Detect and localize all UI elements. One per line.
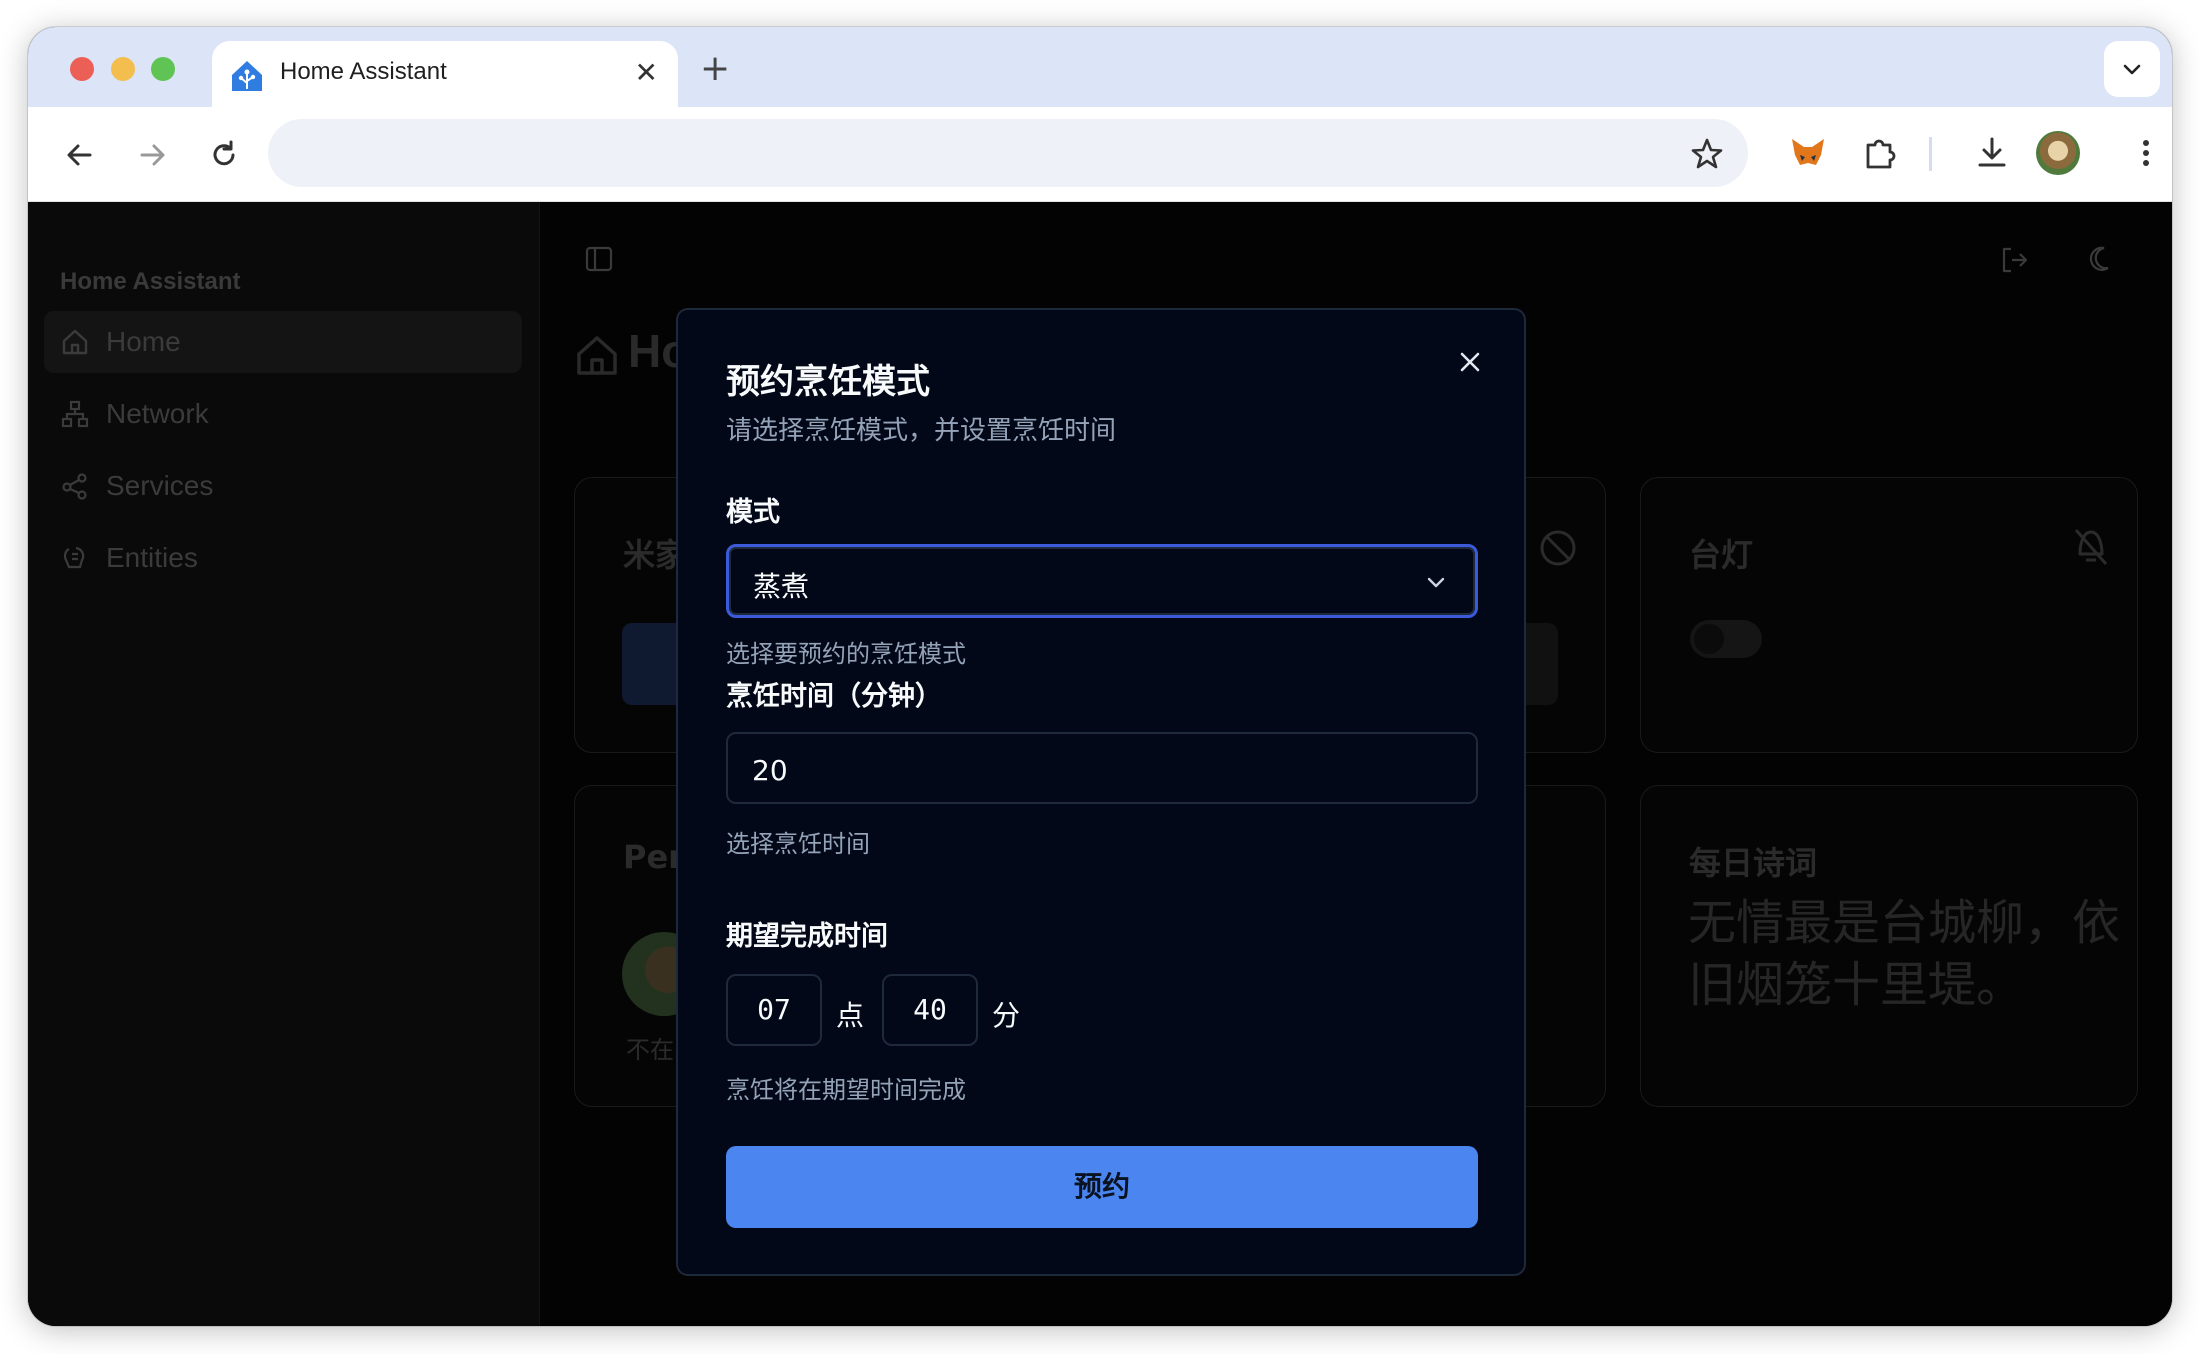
- reload-icon[interactable]: [204, 135, 244, 175]
- home-assistant-logo-icon: [232, 61, 262, 91]
- back-arrow-icon[interactable]: [60, 135, 100, 175]
- sidebar-item-label: Services: [106, 470, 214, 501]
- sidebar-item-home[interactable]: Home: [44, 311, 522, 373]
- entities-icon: [63, 546, 85, 569]
- minute-input[interactable]: 40: [882, 974, 978, 1046]
- close-window-button[interactable]: [70, 57, 94, 81]
- bookmark-star-icon[interactable]: [1690, 137, 1724, 171]
- poem-card-title: 每日诗词: [1689, 844, 1818, 882]
- sidebar-item-label: Entities: [106, 542, 198, 573]
- finish-time-label: 期望完成时间: [726, 921, 888, 952]
- cooking-time-help-text: 选择烹饪时间: [726, 830, 870, 858]
- sidebar-item-label: Home: [106, 326, 181, 357]
- schedule-submit-button[interactable]: 预约: [726, 1146, 1478, 1228]
- browser-tab[interactable]: Home Assistant ✕: [212, 41, 678, 107]
- lamp-off-icon: [2074, 529, 2108, 565]
- browser-window: Home Assistant ✕ + Home Assistant Home N…: [28, 27, 2172, 1326]
- sidebar-toggle-icon[interactable]: [584, 244, 614, 274]
- blocked-icon: [1540, 530, 1576, 566]
- services-icon: [62, 473, 87, 500]
- poem-text: 无情最是台城柳，依旧烟笼十里堤。: [1688, 895, 2121, 1013]
- tab-search-button[interactable]: [2104, 41, 2160, 97]
- sidebar-item-label: Network: [106, 398, 209, 429]
- lamp-card: 台灯: [1640, 477, 2138, 753]
- dialog-title: 预约烹饪模式: [726, 362, 930, 402]
- network-icon: [61, 400, 89, 428]
- maximize-window-button[interactable]: [151, 57, 175, 81]
- cooking-time-input[interactable]: 20: [726, 732, 1478, 804]
- mode-help-text: 选择要预约的烹饪模式: [726, 640, 966, 668]
- address-bar[interactable]: [268, 119, 1748, 187]
- download-icon[interactable]: [1972, 133, 2012, 173]
- new-tab-button[interactable]: +: [700, 51, 730, 87]
- schedule-cooking-dialog: 预约烹饪模式 请选择烹饪模式，并设置烹饪时间 模式 蒸煮 选择要预约的烹饪模式 …: [676, 308, 1526, 1276]
- browser-toolbar: [28, 107, 2172, 202]
- dark-mode-moon-icon[interactable]: [2086, 244, 2118, 276]
- cooking-time-label: 烹饪时间（分钟）: [726, 681, 942, 712]
- close-icon[interactable]: [1452, 344, 1488, 380]
- forward-arrow-icon[interactable]: [132, 135, 172, 175]
- logout-icon[interactable]: [1998, 244, 2030, 276]
- toolbar-separator: [1929, 137, 1932, 171]
- extensions-puzzle-icon[interactable]: [1860, 133, 1900, 173]
- sidebar: Home Assistant Home Network Services Ent…: [28, 202, 540, 1326]
- mode-select[interactable]: 蒸煮: [726, 544, 1478, 618]
- tab-strip: Home Assistant ✕ +: [28, 27, 2172, 107]
- sidebar-title: Home Assistant: [60, 268, 241, 295]
- cooking-time-value: 20: [752, 754, 788, 787]
- sidebar-item-services[interactable]: Services: [44, 455, 522, 517]
- chevron-down-icon: [1427, 577, 1445, 588]
- profile-avatar[interactable]: [2036, 131, 2080, 175]
- home-page-icon: [577, 336, 617, 375]
- tab-title: Home Assistant: [280, 58, 447, 85]
- tab-close-icon[interactable]: ✕: [635, 57, 658, 89]
- sidebar-item-network[interactable]: Network: [44, 383, 522, 445]
- lamp-card-title: 台灯: [1689, 536, 1754, 574]
- minimize-window-button[interactable]: [111, 57, 135, 81]
- dialog-subtitle: 请选择烹饪模式，并设置烹饪时间: [726, 416, 1117, 446]
- sidebar-item-entities[interactable]: Entities: [44, 527, 522, 589]
- minute-unit: 分: [992, 999, 1021, 1032]
- mode-selected-value: 蒸煮: [753, 570, 810, 603]
- mode-label: 模式: [726, 497, 780, 528]
- lamp-toggle-switch[interactable]: [1690, 620, 1762, 658]
- finish-time-help-text: 烹饪将在期望时间完成: [726, 1076, 966, 1104]
- hour-input[interactable]: 07: [726, 974, 822, 1046]
- home-icon: [62, 329, 88, 355]
- more-menu-icon[interactable]: [2126, 133, 2166, 173]
- chevron-down-icon: [2123, 64, 2141, 75]
- metamask-fox-icon[interactable]: [1788, 133, 1828, 173]
- app-content: Home Assistant Home Network Services Ent…: [28, 202, 2172, 1326]
- hour-unit: 点: [836, 999, 865, 1032]
